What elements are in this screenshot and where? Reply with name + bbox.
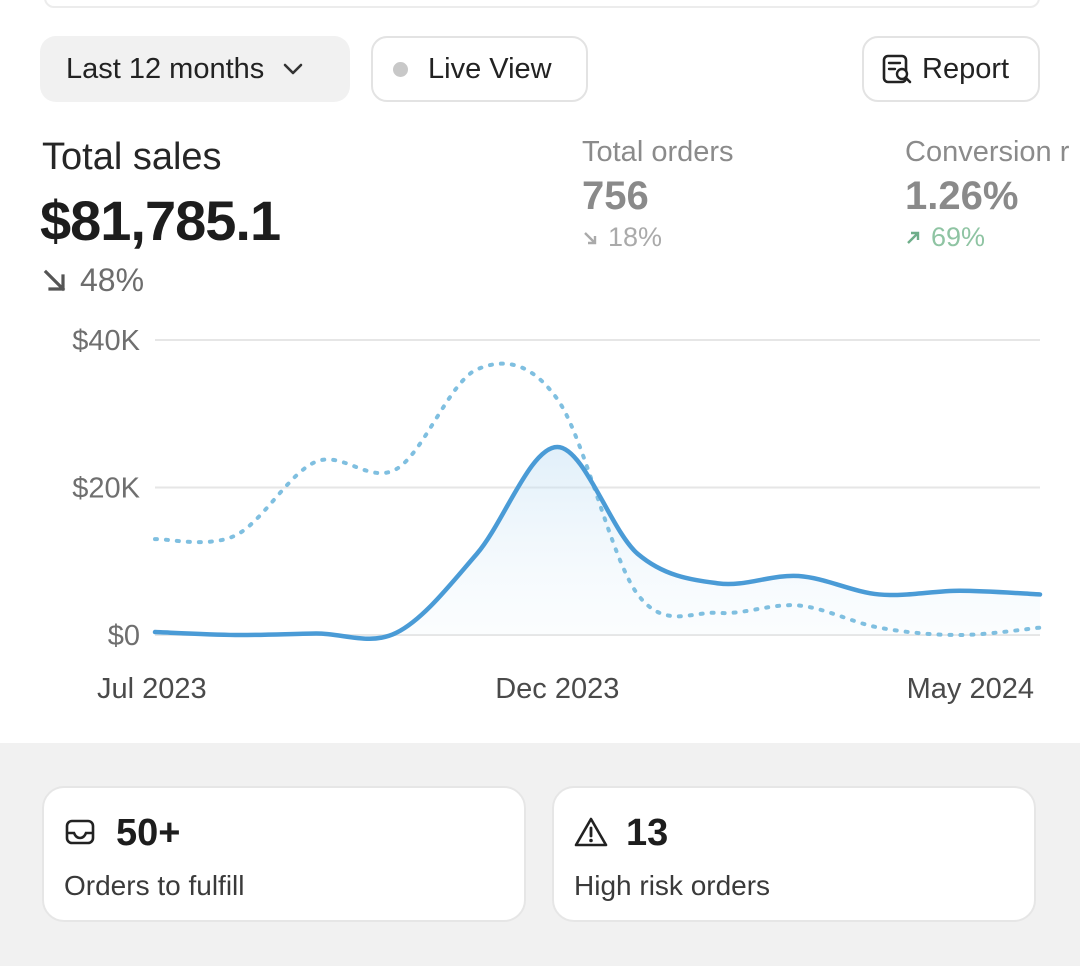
- total-orders-label: Total orders: [582, 136, 734, 168]
- conversion-rate-change-value: 69%: [931, 222, 986, 252]
- arrow-down-right-icon: [42, 268, 68, 294]
- sales-line-chart: $40K $20K $0 Jul 2023 Dec 2023 May 2024: [72, 325, 1043, 705]
- high-risk-orders-label: High risk orders: [574, 870, 771, 901]
- top-search-strip: [44, 0, 1040, 8]
- y-tick-label: $40K: [72, 325, 140, 357]
- arrow-down-right-icon: [582, 230, 598, 246]
- orders-to-fulfill-card[interactable]: 50+ Orders to fulfill: [42, 786, 526, 922]
- report-button[interactable]: Report: [862, 36, 1040, 102]
- orders-to-fulfill-label: Orders to fulfill: [64, 870, 245, 901]
- warning-icon: [574, 816, 608, 853]
- inbox-icon: [64, 816, 96, 853]
- total-sales-label: Total sales: [42, 136, 222, 178]
- live-status-dot-icon: [393, 61, 408, 77]
- high-risk-orders-card[interactable]: 13 High risk orders: [552, 786, 1036, 922]
- live-view-button[interactable]: Live View: [371, 36, 588, 102]
- sales-area-fill: [155, 446, 1040, 639]
- total-sales-change: 48%: [42, 262, 144, 299]
- orders-to-fulfill-value: 50+: [116, 812, 181, 854]
- total-orders-change-value: 18%: [608, 222, 663, 252]
- live-view-label: Live View: [428, 52, 552, 85]
- conversion-rate-change: 69%: [905, 222, 985, 253]
- chevron-down-icon: [282, 62, 304, 76]
- date-range-label: Last 12 months: [66, 52, 265, 85]
- report-search-icon: [880, 52, 914, 86]
- conversion-rate-label: Conversion r: [905, 136, 1070, 168]
- y-tick-label: $0: [108, 620, 140, 652]
- total-sales-change-value: 48%: [80, 262, 145, 298]
- y-tick-label: $20K: [72, 473, 140, 505]
- x-tick-label: Jul 2023: [97, 673, 207, 705]
- report-label: Report: [922, 52, 1010, 85]
- total-orders-value: 756: [582, 174, 649, 218]
- total-sales-value: $81,785.1: [40, 189, 281, 252]
- arrow-up-right-icon: [905, 230, 921, 246]
- conversion-rate-value: 1.26%: [905, 174, 1019, 218]
- x-tick-label: May 2024: [907, 673, 1034, 705]
- high-risk-orders-value: 13: [626, 812, 669, 854]
- date-range-dropdown[interactable]: Last 12 months: [40, 36, 350, 102]
- total-orders-change: 18%: [582, 222, 662, 253]
- x-tick-label: Dec 2023: [495, 673, 619, 705]
